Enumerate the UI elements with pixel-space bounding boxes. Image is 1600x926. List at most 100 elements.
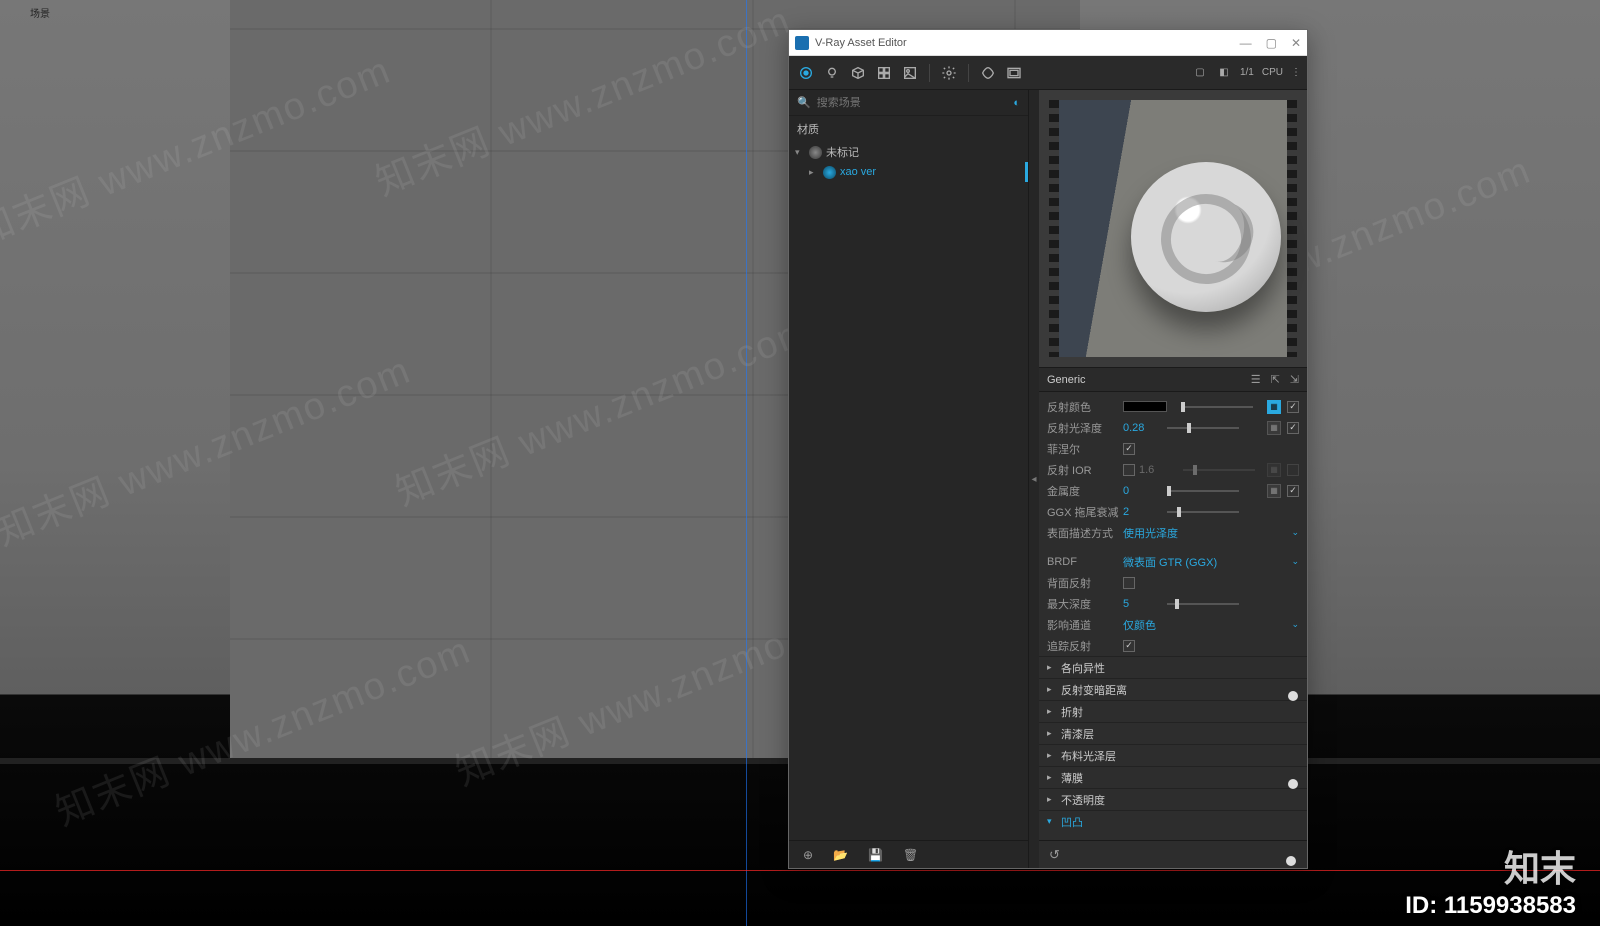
back-reflect-row: 背面反射 — [1039, 572, 1307, 593]
settings-tab-icon[interactable] — [938, 62, 960, 84]
materials-tab-icon[interactable] — [795, 62, 817, 84]
trace-reflect-row: 追踪反射 — [1039, 635, 1307, 656]
reflect-color-map-button[interactable]: ▦ — [1267, 400, 1281, 414]
reflect-ior-value[interactable]: 1.6 — [1139, 464, 1179, 476]
group-refraction[interactable]: ▸折射 — [1039, 700, 1307, 722]
reflect-color-map-toggle[interactable] — [1287, 401, 1299, 413]
chevron-down-icon: ⌄ — [1291, 619, 1299, 630]
textures-tab-icon[interactable] — [899, 62, 921, 84]
render-mode-menu-icon[interactable]: ⋮ — [1291, 67, 1301, 78]
metalness-slider[interactable] — [1167, 486, 1239, 496]
vray-app-icon — [795, 36, 809, 50]
axis-line-red — [0, 870, 1600, 871]
chevron-down-icon: ⌄ — [1291, 527, 1299, 538]
material-list-header: 材质 — [789, 116, 1028, 142]
affect-channels-row: 影响通道 仅颜色 ⌄ — [1039, 614, 1307, 635]
reflect-gloss-map-toggle[interactable] — [1287, 422, 1299, 434]
group-coat[interactable]: ▸清漆层 — [1039, 722, 1307, 744]
reflect-gloss-value[interactable]: 0.28 — [1123, 422, 1163, 434]
max-depth-slider[interactable] — [1167, 599, 1239, 609]
window-minimize-button[interactable]: — — [1240, 36, 1252, 50]
search-icon: 🔍 — [797, 96, 811, 109]
import-asset-icon[interactable]: 📂 — [833, 848, 848, 862]
viewport-render-icon[interactable]: ▢ — [1192, 65, 1208, 81]
reflect-color-row: 反射颜色 ▦ — [1039, 396, 1307, 417]
section-title: Generic — [1047, 374, 1086, 386]
revert-icon[interactable]: ↺ — [1049, 847, 1060, 863]
render-elements-tab-icon[interactable] — [873, 62, 895, 84]
reflect-ior-lock-checkbox[interactable] — [1123, 464, 1135, 476]
group-anisotropy[interactable]: ▸各向异性 — [1039, 656, 1307, 678]
max-depth-value[interactable]: 5 — [1123, 598, 1163, 610]
delete-asset-icon[interactable]: 🗑 — [903, 848, 918, 862]
reflect-gloss-map-button[interactable]: ▦ — [1267, 421, 1281, 435]
metalness-row: 金属度 0 ▦ — [1039, 480, 1307, 501]
window-maximize-button[interactable]: ▢ — [1266, 36, 1277, 50]
material-preview[interactable] — [1039, 90, 1307, 368]
viewport-scene-label: 场景 — [30, 5, 50, 20]
main-toolbar: ▢ ◧ 1/1 CPU ⋮ — [789, 56, 1307, 90]
metalness-value[interactable]: 0 — [1123, 485, 1163, 497]
group-reflect-dim[interactable]: ▸反射变暗距离 — [1039, 678, 1307, 700]
reflect-ior-map-button[interactable]: ▦ — [1267, 463, 1281, 477]
preset-options-icon[interactable]: ☰ — [1251, 373, 1261, 386]
ggx-tail-value[interactable]: 2 — [1123, 506, 1163, 518]
affect-channels-dropdown[interactable]: 仅颜色 — [1123, 617, 1287, 633]
vray-asset-editor-window: V-Ray Asset Editor — ▢ ✕ ▢ ◧ 1/1 CPU ⋮ — [788, 29, 1308, 869]
trace-reflect-checkbox[interactable] — [1123, 640, 1135, 652]
region-render-icon[interactable]: ◧ — [1216, 65, 1232, 81]
brdf-dropdown[interactable]: 微表面 GTR (GGX) — [1123, 554, 1287, 570]
preset-load-icon[interactable]: ⇲ — [1290, 373, 1299, 386]
reflect-gloss-slider[interactable] — [1167, 423, 1239, 433]
search-input[interactable] — [817, 97, 1008, 109]
lights-tab-icon[interactable] — [821, 62, 843, 84]
max-depth-row: 最大深度 5 — [1039, 593, 1307, 614]
ggx-tail-row: GGX 拖尾衰减 2 — [1039, 501, 1307, 522]
group-thin-film[interactable]: ▸薄膜 — [1039, 766, 1307, 788]
filter-icon[interactable]: ◐ — [1013, 97, 1020, 109]
ggx-tail-slider[interactable] — [1167, 507, 1239, 517]
preset-save-icon[interactable]: ⇱ — [1271, 373, 1280, 386]
surface-control-dropdown[interactable]: 使用光泽度 — [1123, 525, 1287, 541]
material-tree: ▾ 未标记 ▸ xao ver — [789, 142, 1028, 182]
render-button-icon[interactable] — [977, 62, 999, 84]
reflect-ior-slider[interactable] — [1183, 465, 1255, 475]
window-close-button[interactable]: ✕ — [1291, 36, 1301, 50]
property-panel: Generic ☰ ⇱ ⇲ 反射颜色 ▦ — [1039, 90, 1307, 868]
reflect-color-slider[interactable] — [1181, 402, 1253, 412]
chevron-down-icon: ⌄ — [1291, 556, 1299, 567]
brdf-row: BRDF 微表面 GTR (GGX) ⌄ — [1039, 551, 1307, 572]
window-title: V-Ray Asset Editor — [815, 37, 907, 49]
reflect-color-swatch[interactable] — [1123, 401, 1167, 412]
frame-buffer-icon[interactable] — [1003, 62, 1025, 84]
panel-splitter[interactable]: ◂ — [1029, 90, 1039, 868]
reflect-ior-map-toggle[interactable] — [1287, 464, 1299, 476]
render-progress-badge: 1/1 — [1240, 67, 1254, 78]
render-mode-label[interactable]: CPU — [1262, 67, 1283, 78]
reflect-ior-row: 反射 IOR 1.6 ▦ — [1039, 459, 1307, 480]
fresnel-checkbox[interactable] — [1123, 443, 1135, 455]
surface-control-row: 表面描述方式 使用光泽度 ⌄ — [1039, 522, 1307, 543]
property-panel-footer: ↺ — [1039, 840, 1307, 868]
metalness-map-button[interactable]: ▦ — [1267, 484, 1281, 498]
add-asset-icon[interactable]: ⊕ — [803, 848, 813, 862]
save-asset-icon[interactable]: 💾 — [868, 848, 883, 862]
back-reflect-checkbox[interactable] — [1123, 577, 1135, 589]
metalness-map-toggle[interactable] — [1287, 485, 1299, 497]
reflect-gloss-row: 反射光泽度 0.28 ▦ — [1039, 417, 1307, 438]
geometry-tab-icon[interactable] — [847, 62, 869, 84]
material-tree-item-untagged[interactable]: ▾ 未标记 — [789, 142, 1028, 162]
asset-list-footer: ⊕ 📂 💾 🗑 — [789, 840, 1028, 868]
group-sheen[interactable]: ▸布料光泽层 — [1039, 744, 1307, 766]
guide-line-vertical — [746, 0, 747, 926]
window-titlebar[interactable]: V-Ray Asset Editor — ▢ ✕ — [789, 30, 1307, 56]
generic-properties: 反射颜色 ▦ 反射光泽度 0.28 ▦ 菲涅尔 — [1039, 392, 1307, 840]
asset-id-label: ID: 1159938583 — [1405, 892, 1576, 920]
fresnel-row: 菲涅尔 — [1039, 438, 1307, 459]
material-tree-item-xaover[interactable]: ▸ xao ver — [789, 162, 1028, 182]
generic-section-header[interactable]: Generic ☰ ⇱ ⇲ — [1039, 368, 1307, 392]
group-bump[interactable]: ▾凹凸 — [1039, 810, 1307, 832]
asset-list-panel: 🔍 ◐ 材质 ▾ 未标记 ▸ xao ver — [789, 90, 1029, 868]
brand-logo-text: 知末 — [1504, 840, 1576, 892]
group-opacity[interactable]: ▸不透明度 — [1039, 788, 1307, 810]
